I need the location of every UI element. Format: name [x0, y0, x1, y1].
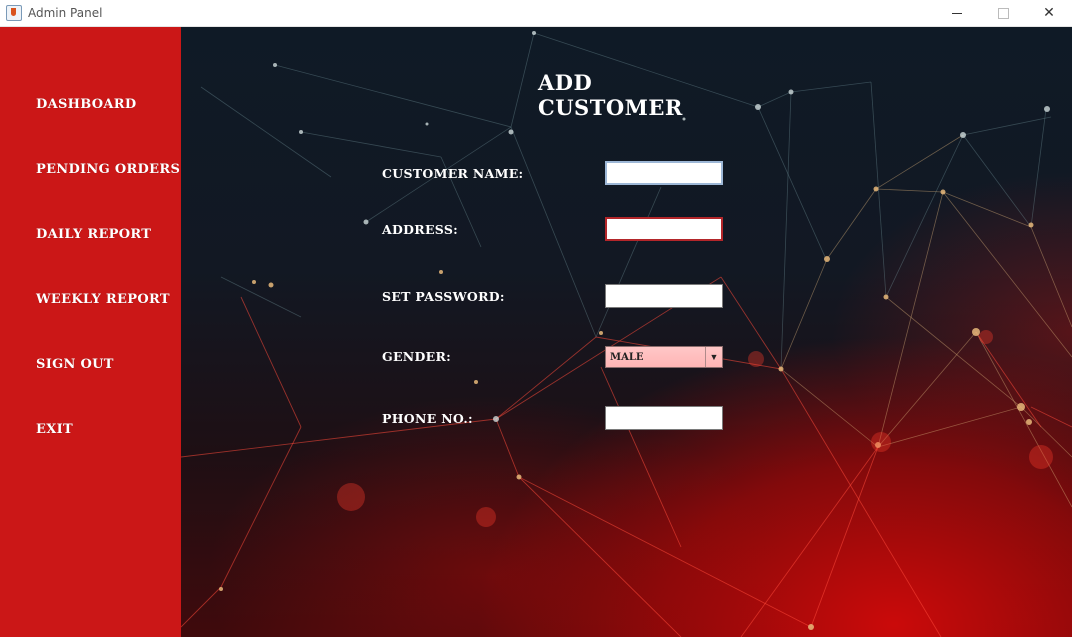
phone-label: PHONE NO.:: [382, 411, 473, 426]
window-controls: ✕: [934, 0, 1072, 26]
gender-label: GENDER:: [382, 349, 452, 364]
page-title: ADD CUSTOMER: [538, 70, 683, 120]
sidebar-item-sign-out[interactable]: SIGN OUT: [36, 357, 114, 372]
admin-panel-window: Admin Panel ✕ DASHBOARD PENDING ORDERS D…: [0, 0, 1072, 637]
maximize-icon: [997, 7, 1009, 19]
close-button[interactable]: ✕: [1026, 0, 1072, 26]
minimize-icon: [952, 12, 962, 14]
maximize-button[interactable]: [980, 0, 1026, 26]
minimize-button[interactable]: [934, 0, 980, 26]
sidebar-item-dashboard[interactable]: DASHBOARD: [36, 97, 136, 112]
chevron-down-icon[interactable]: ▼: [705, 347, 722, 367]
address-label: ADDRESS:: [382, 222, 459, 237]
address-input[interactable]: [605, 217, 723, 241]
main-panel: ADD CUSTOMER CUSTOMER NAME: ADDRESS: SET…: [181, 27, 1072, 637]
phone-input[interactable]: [605, 406, 723, 430]
sidebar-item-weekly-report[interactable]: WEEKLY REPORT: [36, 292, 170, 307]
customer-name-input[interactable]: [605, 161, 723, 185]
sidebar-item-daily-report[interactable]: DAILY REPORT: [36, 227, 151, 242]
sidebar-item-pending-orders[interactable]: PENDING ORDERS: [36, 162, 180, 177]
gender-selected-value: MALE: [610, 351, 644, 363]
java-cup-icon: [6, 5, 22, 21]
gender-select[interactable]: MALE ▼: [605, 346, 723, 368]
password-input[interactable]: [605, 284, 723, 308]
title-bar: Admin Panel ✕: [0, 0, 1072, 27]
sidebar-item-exit[interactable]: EXIT: [36, 422, 73, 437]
sidebar: DASHBOARD PENDING ORDERS DAILY REPORT WE…: [0, 27, 181, 637]
close-icon: ✕: [1043, 5, 1055, 21]
customer-name-label: CUSTOMER NAME:: [382, 166, 524, 181]
set-password-label: SET PASSWORD:: [382, 289, 505, 304]
window-title: Admin Panel: [28, 6, 103, 20]
